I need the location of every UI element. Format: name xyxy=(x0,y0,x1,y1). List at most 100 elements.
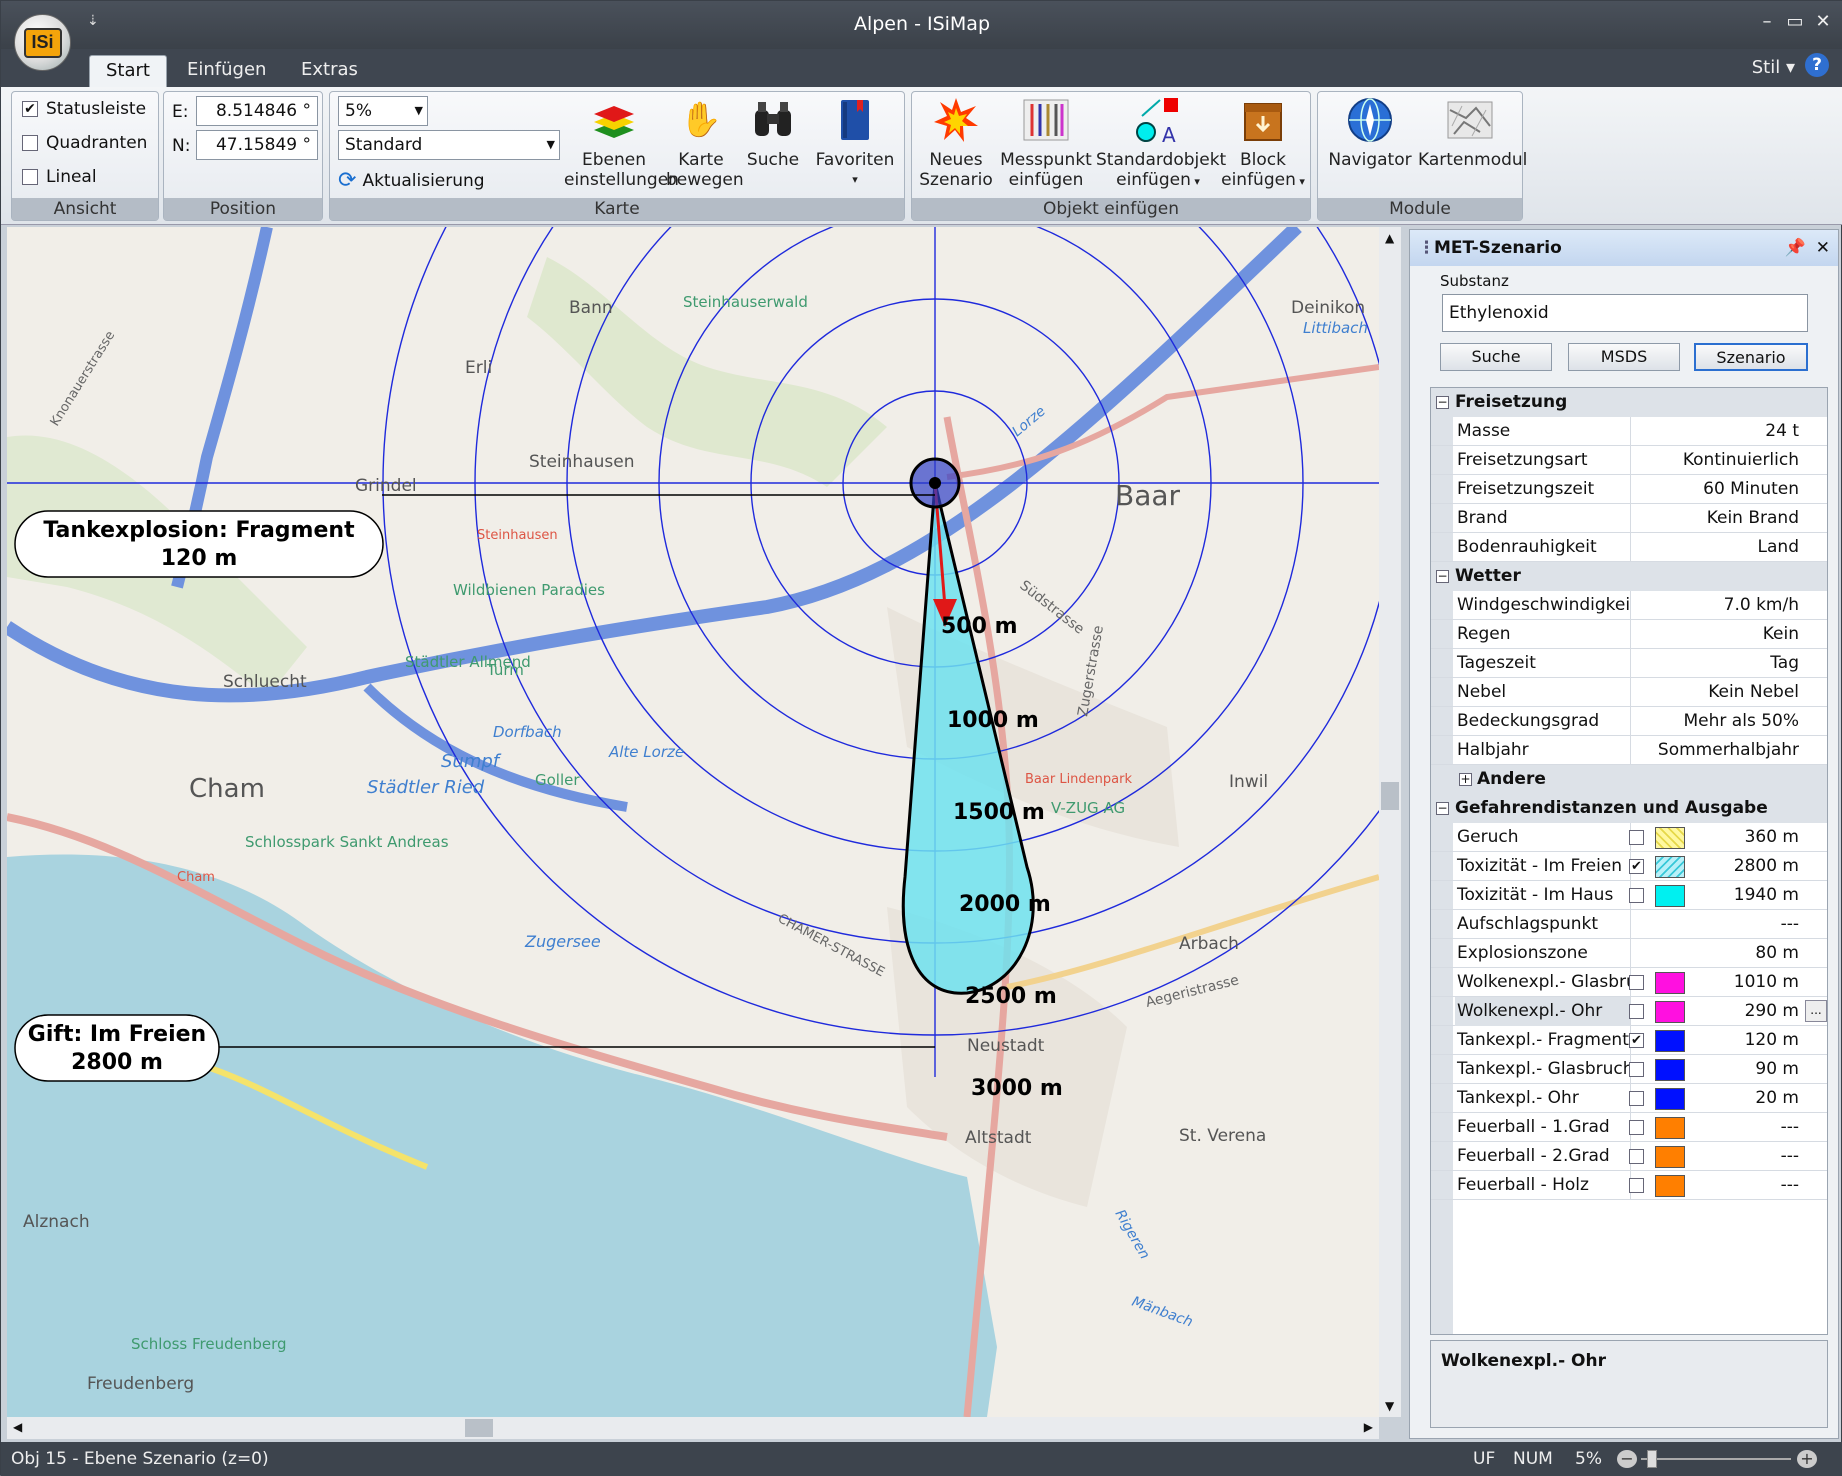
prop-row[interactable]: Masse 24 t xyxy=(1431,417,1827,446)
expand-icon[interactable]: + xyxy=(1459,773,1472,786)
insert-measure-point-button[interactable]: Messpunkt einfügen xyxy=(996,96,1096,190)
scroll-down-icon[interactable]: ▼ xyxy=(1385,1399,1394,1413)
scroll-right-icon[interactable]: ▶ xyxy=(1364,1420,1373,1434)
scroll-thumb[interactable] xyxy=(465,1419,493,1437)
prop-row[interactable]: Freisetzungsart Kontinuierlich xyxy=(1431,446,1827,475)
hazard-row[interactable]: Toxizität - Im Haus 1940 m xyxy=(1431,881,1827,910)
zoom-select[interactable]: 5% ▼ xyxy=(338,96,428,126)
hazard-checkbox[interactable] xyxy=(1629,1120,1644,1135)
insert-block-button[interactable]: Block einfügen ▾ xyxy=(1220,96,1306,192)
color-swatch[interactable] xyxy=(1655,856,1685,878)
pin-icon[interactable]: 📌 xyxy=(1785,230,1806,266)
search-substance-button[interactable]: Suche xyxy=(1440,343,1552,371)
favorites-button[interactable]: Favoriten ▾ xyxy=(810,96,900,190)
move-map-button[interactable]: ✋ Karte bewegen xyxy=(666,96,744,190)
scenario-button[interactable]: Szenario xyxy=(1694,343,1808,371)
hazard-checkbox[interactable] xyxy=(1629,1178,1644,1193)
statusleiste-checkbox[interactable]: ✔ Statusleiste xyxy=(12,92,158,126)
hazard-checkbox[interactable] xyxy=(1629,888,1644,903)
map-view[interactable]: 500 m 1000 m 1500 m 2000 m 2500 m 3000 m… xyxy=(7,227,1379,1417)
color-swatch[interactable] xyxy=(1655,1088,1685,1110)
color-swatch[interactable] xyxy=(1655,972,1685,994)
zoom-slider-track[interactable] xyxy=(1641,1458,1791,1460)
hazard-row[interactable]: Tankexpl.- Fragment ✔ 120 m xyxy=(1431,1026,1827,1055)
hazard-row[interactable]: Feuerball - 2.Grad --- xyxy=(1431,1142,1827,1171)
prop-row[interactable]: Tageszeit Tag xyxy=(1431,649,1827,678)
color-swatch[interactable] xyxy=(1655,827,1685,849)
prop-row[interactable]: Regen Kein xyxy=(1431,620,1827,649)
refresh-button[interactable]: ⟳ Aktualisierung xyxy=(338,168,485,193)
tab-start[interactable]: Start xyxy=(89,55,167,87)
prop-row[interactable]: Bodenrauhigkeit Land xyxy=(1431,533,1827,562)
ellipsis-button[interactable]: ... xyxy=(1805,1000,1827,1022)
collapse-icon[interactable]: − xyxy=(1436,802,1449,815)
new-scenario-button[interactable]: Neues Szenario xyxy=(916,96,996,190)
minimize-icon[interactable]: – xyxy=(1753,11,1781,37)
scroll-left-icon[interactable]: ◀ xyxy=(13,1420,22,1434)
collapse-icon[interactable]: − xyxy=(1436,570,1449,583)
scroll-up-icon[interactable]: ▲ xyxy=(1385,231,1394,245)
color-swatch[interactable] xyxy=(1655,1059,1685,1081)
hazard-checkbox[interactable]: ✔ xyxy=(1629,1033,1644,1048)
hazard-row[interactable]: Explosionszone 80 m xyxy=(1431,939,1827,968)
category-wetter[interactable]: − Wetter xyxy=(1431,562,1827,591)
hazard-row[interactable]: Feuerball - 1.Grad --- xyxy=(1431,1113,1827,1142)
color-swatch[interactable] xyxy=(1655,1001,1685,1023)
prop-row[interactable]: Freisetzungszeit 60 Minuten xyxy=(1431,475,1827,504)
hazard-row[interactable]: Tankexpl.- Ohr 20 m xyxy=(1431,1084,1827,1113)
category-andere[interactable]: + Andere xyxy=(1431,765,1827,794)
hazard-row[interactable]: Geruch 360 m xyxy=(1431,823,1827,852)
prop-row[interactable]: Brand Kein Brand xyxy=(1431,504,1827,533)
msds-button[interactable]: MSDS xyxy=(1568,343,1680,371)
maximize-icon[interactable]: ▭ xyxy=(1781,11,1809,37)
style-menu[interactable]: Stil ▾ xyxy=(1752,57,1795,78)
hazard-checkbox[interactable] xyxy=(1629,1091,1644,1106)
map-horizontal-scrollbar[interactable]: ◀ ▶ xyxy=(7,1417,1379,1439)
prop-row[interactable]: Nebel Kein Nebel xyxy=(1431,678,1827,707)
map-canvas[interactable]: 500 m 1000 m 1500 m 2000 m 2500 m 3000 m… xyxy=(7,227,1379,1417)
zoom-out-icon[interactable]: − xyxy=(1617,1450,1637,1468)
hazard-row[interactable]: Tankexpl.- Glasbruch 90 m xyxy=(1431,1055,1827,1084)
lineal-checkbox[interactable]: Lineal xyxy=(12,160,158,194)
northing-input[interactable]: 47.15849 ° xyxy=(196,130,318,160)
prop-row[interactable]: Halbjahr Sommerhalbjahr xyxy=(1431,736,1827,765)
prop-row[interactable]: Bedeckungsgrad Mehr als 50% xyxy=(1431,707,1827,736)
hazard-checkbox[interactable] xyxy=(1629,830,1644,845)
color-swatch[interactable] xyxy=(1655,885,1685,907)
zoom-in-icon[interactable]: + xyxy=(1797,1450,1817,1468)
hazard-checkbox[interactable]: ✔ xyxy=(1629,859,1644,874)
map-module-button[interactable]: Kartenmodul xyxy=(1418,96,1527,170)
collapse-icon[interactable]: − xyxy=(1436,396,1449,409)
hazard-checkbox[interactable] xyxy=(1629,1062,1644,1077)
hazard-row[interactable]: Aufschlagspunkt --- xyxy=(1431,910,1827,939)
tab-extras[interactable]: Extras xyxy=(285,55,374,87)
map-style-select[interactable]: Standard ▼ xyxy=(338,130,560,160)
zoom-slider-thumb[interactable] xyxy=(1647,1450,1657,1468)
hazard-row-selected[interactable]: Wolkenexpl.- Ohr 290 m... xyxy=(1431,997,1827,1026)
category-gefahrendistanzen[interactable]: − Gefahrendistanzen und Ausgabe xyxy=(1431,794,1827,823)
help-icon[interactable]: ? xyxy=(1805,53,1829,77)
hazard-checkbox[interactable] xyxy=(1629,1004,1644,1019)
hazard-row[interactable]: Feuerball - Holz --- xyxy=(1431,1171,1827,1200)
hazard-row[interactable]: Wolkenexpl.- Glasbru 1010 m xyxy=(1431,968,1827,997)
search-button[interactable]: Suche xyxy=(738,96,808,170)
layers-button[interactable]: Ebenen einstellungen xyxy=(564,96,679,190)
quadranten-checkbox[interactable]: Quadranten xyxy=(12,126,158,160)
scroll-thumb[interactable] xyxy=(1381,782,1399,810)
color-swatch[interactable] xyxy=(1655,1030,1685,1052)
drag-handle-icon[interactable]: ⋮ xyxy=(1418,230,1435,266)
close-panel-icon[interactable]: ✕ xyxy=(1816,230,1830,266)
map-vertical-scrollbar[interactable]: ▲ ▼ xyxy=(1379,227,1401,1417)
hazard-row[interactable]: Toxizität - Im Freien ✔ 2800 m xyxy=(1431,852,1827,881)
insert-standard-object-button[interactable]: A Standardobjekt einfügen ▾ xyxy=(1096,96,1226,192)
tab-einfuegen[interactable]: Einfügen xyxy=(171,55,282,87)
color-swatch[interactable] xyxy=(1655,1146,1685,1168)
close-window-icon[interactable]: ✕ xyxy=(1809,11,1837,37)
hazard-checkbox[interactable] xyxy=(1629,975,1644,990)
easting-input[interactable]: 8.514846 ° xyxy=(196,96,318,126)
color-swatch[interactable] xyxy=(1655,1117,1685,1139)
prop-row[interactable]: Windgeschwindigkeit 7.0 km/h xyxy=(1431,591,1827,620)
category-freisetzung[interactable]: − Freisetzung xyxy=(1431,388,1827,417)
navigator-button[interactable]: Navigator xyxy=(1322,96,1418,170)
release-point[interactable] xyxy=(929,477,941,489)
